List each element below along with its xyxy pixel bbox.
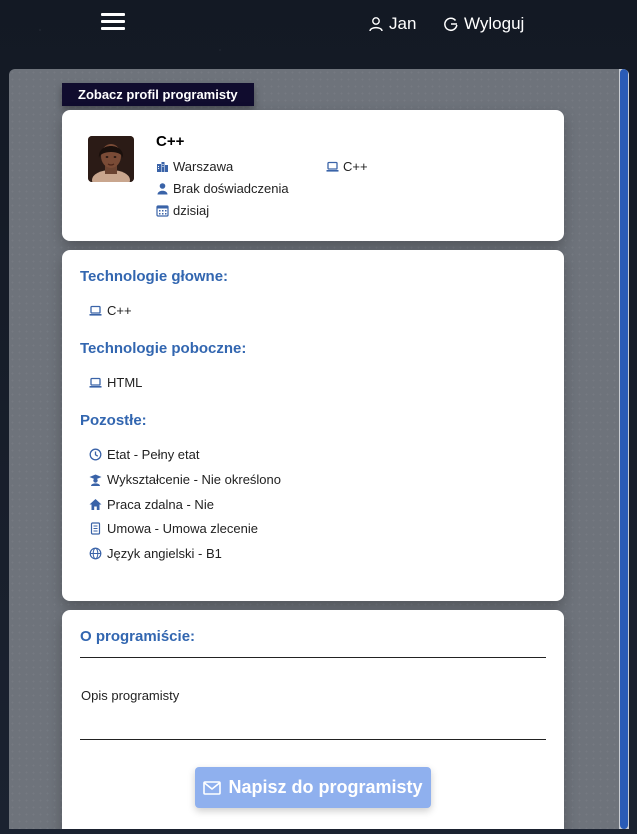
english-item: Język angielski - B1	[89, 546, 222, 561]
logout-label: Wyloguj	[464, 14, 525, 33]
calendar-icon	[156, 205, 169, 217]
main-tech-heading: Technologie głowne:	[80, 268, 229, 285]
education-item: Wykształcenie - Nie określono	[89, 472, 281, 487]
message-developer-button[interactable]: Napisz do programisty	[195, 767, 431, 808]
logout-icon	[444, 17, 458, 31]
logout-link[interactable]: Wyloguj	[443, 14, 524, 34]
experience-meta: Brak doświadczenia	[156, 181, 289, 196]
remote-item: Praca zdalna - Nie	[89, 497, 214, 512]
scrollbar-thumb[interactable]	[620, 69, 628, 829]
remote-label: Praca zdalna - Nie	[107, 497, 214, 512]
profile-panel: Zobacz profil programisty C++ Warszawa C…	[9, 69, 629, 829]
divider	[80, 739, 546, 740]
city-icon	[157, 162, 168, 172]
main-tech-item: C++	[89, 303, 132, 318]
contract-label: Umowa - Umowa zlecenie	[107, 521, 258, 536]
english-label: Język angielski - B1	[107, 546, 222, 561]
about-heading: O programiście:	[80, 628, 196, 645]
user-icon	[369, 17, 383, 32]
document-icon	[90, 522, 101, 535]
divider	[80, 657, 546, 658]
hamburger-menu-icon[interactable]	[101, 13, 125, 31]
laptop-icon	[89, 377, 102, 388]
date-meta: dzisiaj	[156, 203, 209, 218]
main-tech-meta: C++	[326, 159, 368, 174]
profile-title: C++	[156, 133, 185, 150]
user-menu-link[interactable]: Jan	[368, 14, 416, 34]
other-heading: Pozostłe:	[80, 412, 147, 429]
scrollbar[interactable]	[619, 69, 629, 829]
laptop-icon	[326, 161, 339, 172]
secondary-tech-item-label: HTML	[107, 375, 143, 390]
avatar	[88, 136, 134, 182]
experience-label: Brak doświadczenia	[173, 181, 289, 196]
globe-icon	[89, 547, 102, 560]
laptop-icon	[89, 305, 102, 316]
about-description: Opis programisty	[81, 688, 180, 703]
technologies-card: Technologie głowne: C++ Technologie pobo…	[62, 250, 564, 601]
user-name: Jan	[389, 14, 417, 33]
city-label: Warszawa	[173, 159, 234, 174]
education-label: Wykształcenie - Nie określono	[107, 472, 282, 487]
envelope-icon	[203, 780, 222, 795]
employment-item: Etat - Pełny etat	[89, 447, 200, 462]
main-tech-item-label: C++	[107, 303, 132, 318]
person-icon	[157, 183, 168, 195]
graduation-icon	[89, 474, 102, 486]
secondary-tech-heading: Technologie poboczne:	[80, 340, 247, 357]
secondary-tech-item: HTML	[89, 375, 142, 390]
top-navbar: Jan Wyloguj	[0, 0, 637, 50]
contract-item: Umowa - Umowa zlecenie	[89, 521, 258, 536]
main-tech-label: C++	[343, 159, 368, 174]
city-meta: Warszawa	[156, 159, 233, 174]
about-card: O programiście: Opis programisty Napisz …	[62, 610, 564, 829]
profile-header-card: C++ Warszawa C++ Brak doświadczenia dzis…	[62, 110, 564, 241]
home-icon	[89, 499, 102, 510]
employment-label: Etat - Pełny etat	[107, 447, 200, 462]
view-profile-tag[interactable]: Zobacz profil programisty	[62, 83, 254, 106]
clock-icon	[89, 448, 102, 461]
date-label: dzisiaj	[173, 203, 210, 218]
message-button-label: Napisz do programisty	[228, 777, 423, 797]
